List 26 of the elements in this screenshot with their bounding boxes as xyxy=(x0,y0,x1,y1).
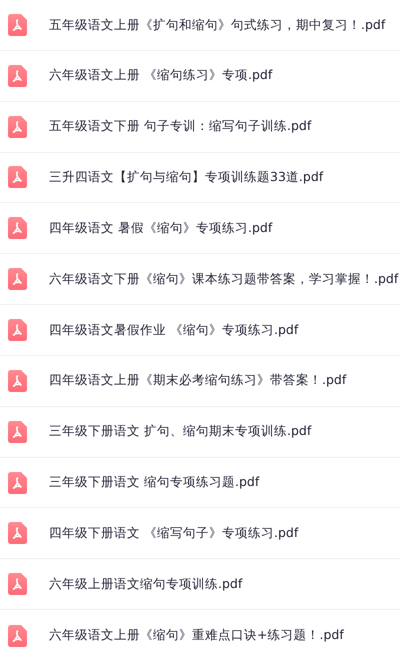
file-name[interactable]: 三升四语文【扩句与缩句】专项训练题33道.pdf xyxy=(49,168,324,187)
pdf-icon xyxy=(8,624,27,647)
file-name[interactable]: 六年级上册语文缩句专项训练.pdf xyxy=(49,574,242,594)
pdf-icon xyxy=(8,573,27,596)
pdf-icon xyxy=(8,64,27,87)
file-name[interactable]: 三年级下册语文 扩句、缩句期末专项训练.pdf xyxy=(49,422,312,442)
file-name[interactable]: 三年级下册语文 缩句专项练习题.pdf xyxy=(49,473,260,492)
file-name[interactable]: 五年级语文下册 句子专训：缩写句子训练.pdf xyxy=(49,117,312,136)
file-name[interactable]: 六年级语文上册《缩句》重难点口诀+练习题！.pdf xyxy=(49,626,344,645)
pdf-icon xyxy=(8,116,27,138)
pdf-icon xyxy=(8,522,27,544)
file-name[interactable]: 四年级下册语文 《缩写句子》专项练习.pdf xyxy=(49,524,298,543)
file-name[interactable]: 四年级语文上册《期末必考缩句练习》带答案！.pdf xyxy=(49,371,346,390)
pdf-icon xyxy=(8,318,27,341)
file-name[interactable]: 五年级语文上册《扩句和缩句》句式练习，期中复习！.pdf xyxy=(49,16,386,34)
pdf-icon xyxy=(8,14,27,36)
file-name[interactable]: 六年级语文下册《缩句》课本练习题带答案，学习掌握！.pdf xyxy=(49,270,398,289)
file-name[interactable]: 六年级语文上册 《缩句练习》专项.pdf xyxy=(49,66,272,86)
pdf-icon xyxy=(8,472,27,494)
pdf-icon xyxy=(8,370,27,392)
pdf-icon xyxy=(8,217,27,240)
file-name[interactable]: 四年级语文暑假作业 《缩句》专项练习.pdf xyxy=(49,320,298,340)
pdf-icon xyxy=(8,268,27,290)
pdf-icon xyxy=(8,166,27,188)
file-name[interactable]: 四年级语文 暑假《缩句》专项练习.pdf xyxy=(49,218,272,238)
pdf-icon xyxy=(8,420,27,443)
